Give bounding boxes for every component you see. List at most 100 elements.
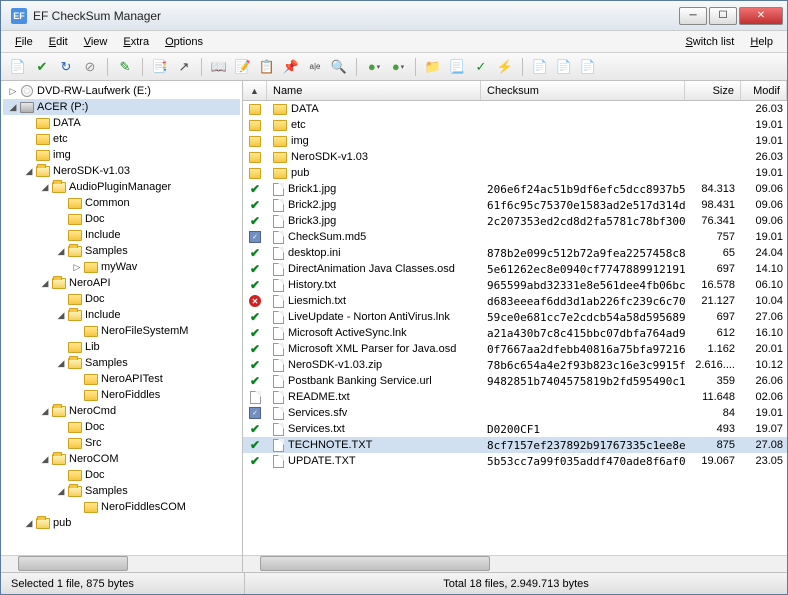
tree-item[interactable]: DATA <box>3 115 240 131</box>
list-row[interactable]: NeroSDK-v1.0326.03 <box>243 149 787 165</box>
back-icon[interactable]: ● <box>363 56 385 78</box>
tree-item[interactable]: Lib <box>3 339 240 355</box>
goto-icon[interactable]: ↗ <box>173 56 195 78</box>
forward-icon[interactable]: ● <box>387 56 409 78</box>
file-list[interactable]: DATA26.03etc19.01img19.01NeroSDK-v1.0326… <box>243 101 787 555</box>
tree-item[interactable]: Src <box>3 435 240 451</box>
list-row[interactable]: pub19.01 <box>243 165 787 181</box>
minimize-button[interactable]: ─ <box>679 7 707 25</box>
tree-item[interactable]: NeroFiddlesCOM <box>3 499 240 515</box>
expander-icon[interactable]: ◢ <box>39 454 51 465</box>
list-row[interactable]: ✔Brick2.jpg61f6c95c75370e1583ad2e517d314… <box>243 197 787 213</box>
doc3-icon[interactable]: 📄 <box>577 56 599 78</box>
stop-icon[interactable]: ⊘ <box>79 56 101 78</box>
list-row[interactable]: ✔UPDATE.TXT5b53cc7a99f035addf470ade8f6af… <box>243 453 787 469</box>
close-button[interactable]: ✕ <box>739 7 783 25</box>
book-icon[interactable]: 📖 <box>208 56 230 78</box>
check-icon[interactable]: ✔ <box>31 56 53 78</box>
tree-item[interactable]: Doc <box>3 291 240 307</box>
compare-icon[interactable]: a|e <box>304 56 326 78</box>
tree-item[interactable]: ◢NeroCOM <box>3 451 240 467</box>
tree-item[interactable]: ▷myWav <box>3 259 240 275</box>
edit-check-icon[interactable]: ✎ <box>114 56 136 78</box>
tree-item[interactable]: NeroAPITest <box>3 371 240 387</box>
col-modified[interactable]: Modif <box>741 81 787 100</box>
list-row[interactable]: ✔Microsoft XML Parser for Java.osd0f7667… <box>243 341 787 357</box>
menu-edit[interactable]: Edit <box>43 34 74 50</box>
menu-options[interactable]: Options <box>159 34 209 50</box>
expander-icon[interactable]: ◢ <box>55 358 67 369</box>
expander-icon[interactable]: ▷ <box>71 262 83 273</box>
menu-switch-list[interactable]: Switch list <box>679 34 740 50</box>
tree-item[interactable]: ◢Include <box>3 307 240 323</box>
tree-item[interactable]: etc <box>3 131 240 147</box>
list-row[interactable]: ✕Liesmich.txtd683eeeaf6dd3d1ab226fc239c6… <box>243 293 787 309</box>
tree-item[interactable]: ◢Samples <box>3 483 240 499</box>
note-icon[interactable]: 📝 <box>232 56 254 78</box>
pin-icon[interactable]: 📌 <box>280 56 302 78</box>
tree-item[interactable]: ◢Samples <box>3 355 240 371</box>
expander-icon[interactable]: ◢ <box>23 166 35 177</box>
refresh-icon[interactable]: ↻ <box>55 56 77 78</box>
expander-icon[interactable]: ◢ <box>55 486 67 497</box>
doc2-icon[interactable]: 📄 <box>553 56 575 78</box>
tree-item[interactable]: ◢NeroAPI <box>3 275 240 291</box>
list-row[interactable]: ✔LiveUpdate - Norton AntiVirus.lnk59ce0e… <box>243 309 787 325</box>
expander-icon[interactable]: ◢ <box>39 182 51 193</box>
verify-icon[interactable]: ✓ <box>470 56 492 78</box>
list-row[interactable]: ✓Services.sfv8419.01 <box>243 405 787 421</box>
find-icon[interactable]: 🔍 <box>328 56 350 78</box>
tree-item[interactable]: Doc <box>3 419 240 435</box>
menu-file[interactable]: File <box>9 34 39 50</box>
list-row[interactable]: ✔NeroSDK-v1.03.zip78b6c654a4e2f93b823c16… <box>243 357 787 373</box>
expander-icon[interactable]: ◢ <box>39 278 51 289</box>
tree-item[interactable]: Common <box>3 195 240 211</box>
tree-scrollbar-h[interactable] <box>1 555 242 572</box>
tree-item[interactable]: ◢Samples <box>3 243 240 259</box>
list-row[interactable]: ✔TECHNOTE.TXT8cf7157ef237892b91767335c1e… <box>243 437 787 453</box>
new-file-icon[interactable]: 📄 <box>7 56 29 78</box>
run-icon[interactable]: ⚡ <box>494 56 516 78</box>
list-row[interactable]: README.txt11.64802.06 <box>243 389 787 405</box>
expander-icon[interactable]: ▷ <box>7 86 19 97</box>
tree-item[interactable]: NeroFileSystemM <box>3 323 240 339</box>
list-row[interactable]: img19.01 <box>243 133 787 149</box>
expander-icon[interactable]: ◢ <box>23 518 35 529</box>
col-name[interactable]: Name <box>267 81 481 100</box>
list-row[interactable]: ✔Brick3.jpg2c207353ed2cd8d2fa5781c78bf30… <box>243 213 787 229</box>
list-row[interactable]: ✔Brick1.jpg206e6f24ac51b9df6efc5dcc8937b… <box>243 181 787 197</box>
tree-item[interactable]: img <box>3 147 240 163</box>
list-row[interactable]: etc19.01 <box>243 117 787 133</box>
list-row[interactable]: ✔Postbank Banking Service.url9482851b740… <box>243 373 787 389</box>
list-row[interactable]: ✔DirectAnimation Java Classes.osd5e61262… <box>243 261 787 277</box>
maximize-button[interactable]: ☐ <box>709 7 737 25</box>
tree-item[interactable]: ◢NeroCmd <box>3 403 240 419</box>
list-scrollbar-h[interactable] <box>243 555 787 572</box>
tree-item[interactable]: Include <box>3 227 240 243</box>
menu-help[interactable]: Help <box>744 34 779 50</box>
clipboard-icon[interactable]: 📋 <box>256 56 278 78</box>
expander-icon[interactable]: ◢ <box>39 406 51 417</box>
list-row[interactable]: ✔Microsoft ActiveSync.lnka21a430b7c8c415… <box>243 325 787 341</box>
tree-item[interactable]: ◢ACER (P:) <box>3 99 240 115</box>
tree-item[interactable]: ◢AudioPluginManager <box>3 179 240 195</box>
tree-item[interactable]: Doc <box>3 211 240 227</box>
col-checksum[interactable]: Checksum <box>481 81 685 100</box>
col-status[interactable]: ▲ <box>243 81 267 100</box>
tree-item[interactable]: NeroFiddles <box>3 387 240 403</box>
expander-icon[interactable]: ◢ <box>55 246 67 257</box>
list-row[interactable]: ✓CheckSum.md575719.01 <box>243 229 787 245</box>
tree-item[interactable]: Doc <box>3 467 240 483</box>
list-row[interactable]: ✔History.txt965599abd32331e8e561dee4fb06… <box>243 277 787 293</box>
col-size[interactable]: Size <box>685 81 741 100</box>
expander-icon[interactable]: ◢ <box>7 102 19 113</box>
tree-item[interactable]: ◢pub <box>3 515 240 531</box>
expander-icon[interactable]: ◢ <box>55 310 67 321</box>
tree-item[interactable]: ▷DVD-RW-Laufwerk (E:) <box>3 83 240 99</box>
folder-tree[interactable]: ▷DVD-RW-Laufwerk (E:)◢ACER (P:)DATAetcim… <box>1 81 242 555</box>
menu-view[interactable]: View <box>78 34 114 50</box>
hash-folder-icon[interactable]: 📁 <box>422 56 444 78</box>
tree-item[interactable]: ◢NeroSDK-v1.03 <box>3 163 240 179</box>
doc1-icon[interactable]: 📄 <box>529 56 551 78</box>
folder-up-icon[interactable]: 📑 <box>149 56 171 78</box>
